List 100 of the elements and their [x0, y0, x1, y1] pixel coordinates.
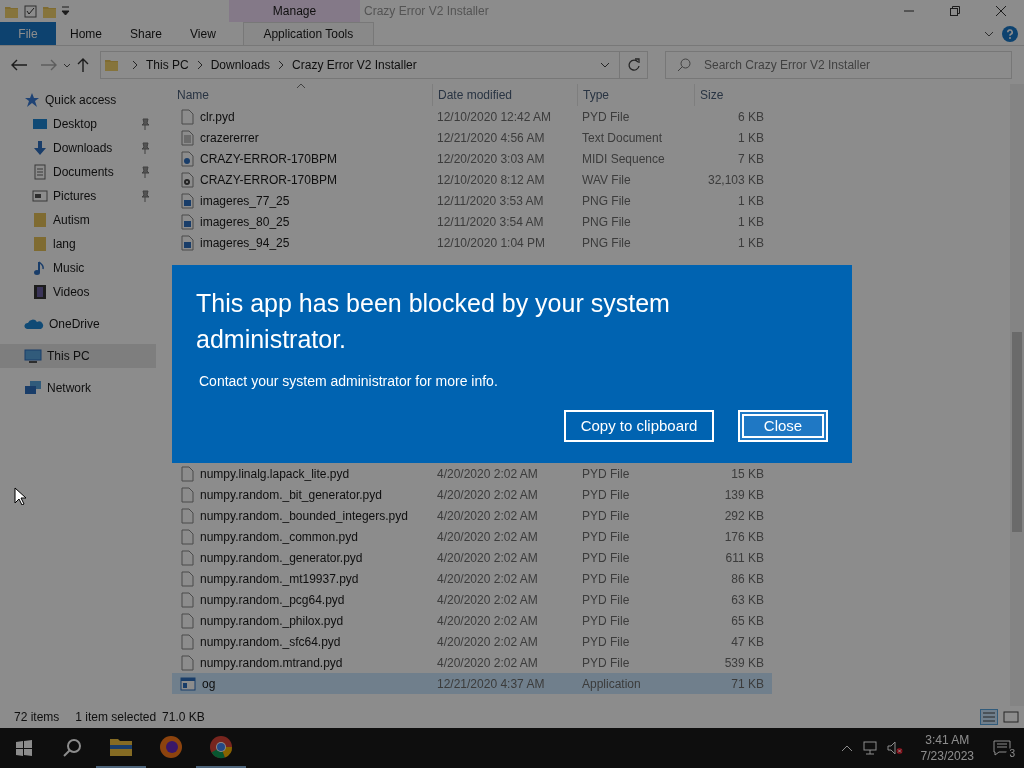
- close-icon[interactable]: [996, 6, 1006, 16]
- type-cell-text: WAV File: [581, 171, 632, 189]
- file-row[interactable]: numpy.random._pcg64.pyd 4/20/2020 2:02 AM PYD File 63 KB: [172, 589, 772, 610]
- chevron-right-icon: [131, 60, 139, 70]
- clock-time: 3:41 AM: [925, 732, 970, 748]
- notification-icon[interactable]: [993, 740, 1011, 756]
- file-row[interactable]: numpy.random._mt19937.pyd 4/20/2020 2:02 AM PYD File 86 KB: [172, 568, 772, 589]
- file-row[interactable]: numpy.linalg.lapack_lite.pyd 4/20/2020 2:02 AM PYD File 15 KB: [172, 463, 772, 484]
- scrollbar[interactable]: [1010, 84, 1024, 706]
- sidebar-item[interactable]: Videos: [0, 280, 156, 304]
- file-name: numpy.random._mt19937.pyd: [200, 570, 359, 588]
- scrollbar-thumb[interactable]: [1012, 332, 1022, 532]
- sidebar-item[interactable]: Documents: [0, 160, 156, 184]
- type-cell-text: PYD File: [581, 486, 631, 504]
- column-header[interactable]: Size: [694, 84, 772, 106]
- file-row[interactable]: numpy.random.mtrand.pyd 4/20/2020 2:02 AM PYD File 539 KB: [172, 652, 772, 673]
- star-icon: [24, 92, 40, 108]
- address-bar[interactable]: This PC Downloads Crazy Error V2 Installer: [100, 51, 648, 79]
- up-icon[interactable]: [76, 57, 90, 73]
- ribbon-tab[interactable]: Application Tools: [242, 22, 374, 45]
- file-row[interactable]: numpy.random._generator.pyd 4/20/2020 2:02 AM PYD File 611 KB: [172, 547, 772, 568]
- ribbon-tab[interactable]: File: [0, 22, 56, 45]
- sidebar-item[interactable]: lang: [0, 232, 156, 256]
- type-cell-text: PYD File: [581, 570, 631, 588]
- file-row[interactable]: CRAZY-ERROR-170BPM 12/10/2020 8:12 AM WAV File 32,103 KB: [172, 169, 772, 190]
- file-row[interactable]: imageres_77_25 12/11/2020 3:53 AM PNG File 1 KB: [172, 190, 772, 211]
- date-cell-text: 12/10/2020 12:42 AM: [436, 108, 553, 126]
- item-count: 72 items: [14, 709, 60, 726]
- column-header[interactable]: Date modified: [432, 84, 577, 106]
- ribbon-tab[interactable]: View: [176, 22, 230, 45]
- sidebar-item[interactable]: Pictures: [0, 184, 156, 208]
- sidebar-item[interactable]: OneDrive: [0, 312, 156, 336]
- dialog-button[interactable]: Close: [738, 410, 828, 442]
- file-name: crazererrer: [200, 129, 259, 147]
- breadcrumb[interactable]: Downloads: [208, 56, 273, 74]
- size-cell-text: 611 KB: [724, 549, 764, 567]
- sidebar-item[interactable]: Downloads: [0, 136, 156, 160]
- date-cell-text: 12/21/2020 4:37 AM: [436, 675, 546, 693]
- file-name: og: [202, 675, 216, 693]
- sidebar-item[interactable]: Desktop: [0, 112, 156, 136]
- size-cell-text: 1 KB: [737, 129, 764, 147]
- folder-icon: [32, 236, 48, 252]
- type-cell-text: PNG File: [581, 213, 632, 231]
- ribbon-tab[interactable]: Share: [116, 22, 177, 45]
- notification-count: 3: [1006, 748, 1018, 760]
- search-icon[interactable]: [62, 738, 82, 758]
- file-row[interactable]: imageres_94_25 12/10/2020 1:04 PM PNG File 1 KB: [172, 232, 772, 253]
- help-icon[interactable]: [1002, 25, 1018, 42]
- network-icon[interactable]: [862, 741, 879, 755]
- file-row[interactable]: crazererrer 12/21/2020 4:56 AM Text Document 1 KB: [172, 127, 772, 148]
- size-cell-text: 139 KB: [723, 486, 764, 504]
- clock[interactable]: 3:41 AM 7/23/2023: [914, 732, 980, 764]
- date-cell-text: 12/10/2020 1:04 PM: [436, 234, 547, 252]
- file-name: numpy.random._philox.pyd: [200, 612, 344, 630]
- volume-muted-icon[interactable]: [886, 741, 903, 755]
- dropdown-caret-icon[interactable]: [599, 60, 611, 70]
- tiles-view-icon[interactable]: [1002, 709, 1020, 725]
- file-name: numpy.random._sfc64.pyd: [200, 633, 341, 651]
- ribbon-tab[interactable]: Home: [56, 22, 116, 45]
- breadcrumb[interactable]: This PC: [144, 56, 191, 74]
- document-icon: [32, 164, 48, 180]
- chevron-up-icon[interactable]: [840, 744, 853, 752]
- dropdown-icon: [61, 5, 70, 17]
- checkbox-icon: [23, 3, 38, 19]
- sidebar-item[interactable]: This PC: [0, 344, 156, 368]
- dialog-button[interactable]: Copy to clipboard: [564, 410, 714, 442]
- search-field[interactable]: Search Crazy Error V2 Installer: [665, 51, 1012, 79]
- sidebar-item[interactable]: Network: [0, 376, 156, 400]
- folder-icon: [109, 737, 133, 757]
- file-row[interactable]: numpy.random._common.pyd 4/20/2020 2:02 AM PYD File 176 KB: [172, 526, 772, 547]
- file-row[interactable]: imageres_80_25 12/11/2020 3:54 AM PNG File 1 KB: [172, 211, 772, 232]
- sidebar-item[interactable]: Quick access: [0, 88, 156, 112]
- file-row[interactable]: og 12/21/2020 4:37 AM Application 71 KB: [172, 673, 772, 694]
- application-icon: [180, 676, 196, 691]
- file-row[interactable]: CRAZY-ERROR-170BPM 12/20/2020 3:03 AM MIDI Sequence 7 KB: [172, 148, 772, 169]
- file-name: numpy.random._bit_generator.pyd: [200, 486, 382, 504]
- type-cell-text: PNG File: [581, 234, 632, 252]
- date-cell-text: 4/20/2020 2:02 AM: [436, 549, 539, 567]
- file-row[interactable]: numpy.random._sfc64.pyd 4/20/2020 2:02 AM PYD File 47 KB: [172, 631, 772, 652]
- windows-logo-icon[interactable]: [16, 740, 32, 756]
- sidebar-item[interactable]: Music: [0, 256, 156, 280]
- refresh-icon[interactable]: [626, 58, 641, 72]
- file-row[interactable]: clr.pyd 12/10/2020 12:42 AM PYD File 6 KB: [172, 106, 772, 127]
- back-icon[interactable]: [10, 58, 28, 72]
- type-cell-text: Text Document: [581, 129, 664, 147]
- date-cell-text: 4/20/2020 2:02 AM: [436, 654, 539, 672]
- file-name: imageres_80_25: [200, 213, 290, 231]
- file-icon: [180, 612, 194, 629]
- file-row[interactable]: numpy.random._bounded_integers.pyd 4/20/2020 2:02 AM PYD File 292 KB: [172, 505, 772, 526]
- type-cell-text: PNG File: [581, 192, 632, 210]
- dialog-title: This app has been blocked by your system administrator.: [196, 288, 671, 355]
- file-row[interactable]: numpy.random._philox.pyd 4/20/2020 2:02 AM PYD File 65 KB: [172, 610, 772, 631]
- column-header[interactable]: Type: [577, 84, 694, 106]
- file-row[interactable]: numpy.random._bit_generator.pyd 4/20/2020 2:02 AM PYD File 139 KB: [172, 484, 772, 505]
- sidebar-item[interactable]: Autism: [0, 208, 156, 232]
- column-header[interactable]: Name: [172, 84, 432, 106]
- restore-icon[interactable]: [950, 6, 960, 16]
- file-name: CRAZY-ERROR-170BPM: [200, 150, 337, 168]
- breadcrumb[interactable]: Crazy Error V2 Installer: [290, 56, 419, 74]
- size-cell-text: 292 KB: [723, 507, 764, 525]
